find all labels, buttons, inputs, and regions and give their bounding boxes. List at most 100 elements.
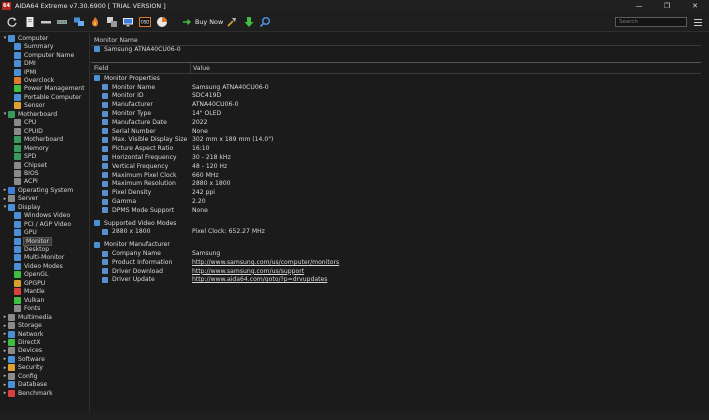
tree-item-gpgpu[interactable]: GPGPU: [14, 279, 45, 288]
tree-item-computer-name[interactable]: Computer Name: [14, 51, 74, 60]
tree-item-gpu[interactable]: GPU: [14, 228, 37, 237]
tree-item-overclock[interactable]: Overclock: [14, 76, 54, 85]
tree-item-pci-agp-video[interactable]: PCI / AGP Video: [14, 220, 71, 229]
table-row[interactable]: Maximum Resolution 2880 x 1800: [102, 180, 692, 189]
tree-item-label: Security: [18, 364, 44, 372]
tree-item-label: Config: [18, 372, 38, 380]
maximize-button[interactable]: ❐: [653, 0, 681, 12]
tree-item-ipmi[interactable]: IPMI: [14, 68, 37, 77]
tree-item-benchmark[interactable]: ▸ Benchmark: [2, 389, 53, 398]
tree-item-opengl[interactable]: OpenGL: [14, 271, 48, 280]
table-row[interactable]: Company Name Samsung: [102, 249, 692, 258]
table-row[interactable]: Maximum Pixel Clock 660 MHz: [102, 171, 692, 180]
tree-item-power-management[interactable]: Power Management: [14, 85, 85, 94]
tree-item-summary[interactable]: Summary: [14, 42, 53, 51]
tree-item-server[interactable]: ▸ Server: [2, 195, 38, 204]
table-row[interactable]: Monitor ID SDC419D: [102, 92, 692, 101]
field-label: Monitor Type: [112, 110, 152, 118]
table-row[interactable]: Monitor Name Samsung ATNA40CU06-0: [102, 83, 692, 92]
column-header-value[interactable]: Value: [193, 64, 210, 73]
table-row[interactable]: Vertical Frequency 48 - 120 Hz: [102, 162, 692, 171]
table-row[interactable]: Picture Aspect Ratio 16:10: [102, 144, 692, 153]
field-label: Pixel Density: [112, 189, 152, 197]
tree-item-display[interactable]: ▾ Display: [2, 203, 40, 212]
benchmark-icon[interactable]: [156, 16, 168, 28]
tree-item-sensor[interactable]: Sensor: [14, 102, 45, 111]
tree-item-multi-monitor[interactable]: Multi-Monitor: [14, 254, 64, 263]
table-row[interactable]: Gamma 2.20: [102, 197, 692, 206]
tree-node-icon: [8, 372, 15, 380]
buy-now-button[interactable]: Buy Now: [183, 17, 223, 27]
tree-item-monitor[interactable]: Monitor: [14, 236, 53, 246]
memory-icon[interactable]: [56, 16, 68, 28]
tree-item-bios[interactable]: BIOS: [14, 169, 39, 178]
tree-item-video-modes[interactable]: Video Modes: [14, 262, 63, 271]
value-link[interactable]: http://www.samsung.com/us/support: [192, 268, 304, 275]
tree-item-devices[interactable]: ▸ Devices: [2, 347, 42, 356]
search-icon[interactable]: [259, 16, 271, 28]
tree-item-windows-video[interactable]: Windows Video: [14, 211, 70, 220]
column-header-field[interactable]: Field: [94, 64, 108, 73]
tree-node-icon: [8, 389, 15, 397]
table-row[interactable]: Manufacture Date 2022: [102, 118, 692, 127]
monitor-icon[interactable]: [122, 16, 134, 28]
table-row[interactable]: Driver Update http://www.aida64.com/goto/…: [102, 276, 692, 285]
table-row[interactable]: Pixel Density 242 ppi: [102, 188, 692, 197]
table-row[interactable]: Serial Number None: [102, 127, 692, 136]
field-value: SDC419D: [192, 92, 222, 100]
hamburger-menu-icon[interactable]: [694, 18, 702, 26]
tree-item-label: Fonts: [24, 305, 41, 313]
search-input[interactable]: [615, 17, 687, 27]
field-label: Picture Aspect Ratio: [112, 145, 174, 153]
tree-item-security[interactable]: ▸ Security: [2, 364, 43, 373]
tree-item-vulkan[interactable]: Vulkan: [14, 296, 44, 305]
tree-item-portable-computer[interactable]: Portable Computer: [14, 93, 81, 102]
value-link[interactable]: http://www.aida64.com/goto/?p=drvupdates: [192, 276, 327, 283]
tree-item-operating-system[interactable]: ▸ Operating System: [2, 186, 73, 195]
download-icon[interactable]: [243, 16, 255, 28]
tree-item-label: DirectX: [18, 338, 41, 346]
usb-icon[interactable]: [40, 16, 52, 28]
tree-item-computer[interactable]: ▾ Computer: [2, 34, 48, 43]
tree-item-storage[interactable]: ▸ Storage: [2, 321, 42, 330]
table-row[interactable]: Monitor Type 14" OLED: [102, 109, 692, 118]
tree-item-motherboard[interactable]: Motherboard: [14, 135, 63, 144]
table-row[interactable]: DPMS Mode Support None: [102, 206, 692, 215]
tree-item-fonts[interactable]: Fonts: [14, 304, 40, 313]
network-icon[interactable]: [73, 16, 85, 28]
table-row[interactable]: 2880 x 1800 Pixel Clock: 652.27 MHz: [102, 228, 692, 237]
monitor-name-entry[interactable]: Samsung ATNA40CU06-0: [94, 45, 181, 54]
tree-item-chipset[interactable]: Chipset: [14, 161, 47, 170]
tree-item-desktop[interactable]: Desktop: [14, 245, 49, 254]
tree-node-icon: [14, 43, 21, 51]
table-row[interactable]: Product Information http://www.samsung.co…: [102, 258, 692, 267]
wrench-icon[interactable]: [226, 16, 238, 28]
tree-item-cpu[interactable]: CPU: [14, 119, 36, 128]
table-row[interactable]: Horizontal Frequency 30 - 218 kHz: [102, 153, 692, 162]
flame-icon[interactable]: [89, 16, 101, 28]
table-row[interactable]: Manufacturer ATNA40CU06-0: [102, 100, 692, 109]
tree-item-motherboard[interactable]: ▾ Motherboard: [2, 110, 57, 119]
tree-item-acpi[interactable]: ACPI: [14, 178, 38, 187]
tree-item-software[interactable]: ▸ Software: [2, 355, 45, 364]
tree-item-multimedia[interactable]: ▸ Multimedia: [2, 313, 52, 322]
tree-item-database[interactable]: ▸ Database: [2, 380, 47, 389]
osd-icon[interactable]: OSD: [139, 16, 151, 28]
tree-item-directx[interactable]: ▸ DirectX: [2, 338, 40, 347]
table-row[interactable]: Max. Visible Display Size 302 mm x 189 mm…: [102, 136, 692, 145]
tree-item-config[interactable]: ▸ Config: [2, 372, 38, 381]
minimize-button[interactable]: —: [625, 0, 653, 12]
tree-item-memory[interactable]: Memory: [14, 144, 49, 153]
value-link[interactable]: http://www.samsung.com/us/computer/monit…: [192, 259, 339, 266]
close-button[interactable]: ✕: [681, 0, 709, 12]
tree-item-cpuid[interactable]: CPUID: [14, 127, 43, 136]
tree-item-label: Database: [18, 381, 48, 389]
tree-item-mantle[interactable]: Mantle: [14, 288, 45, 297]
tree-item-dmi[interactable]: DMI: [14, 59, 36, 68]
tree-item-spd[interactable]: SPD: [14, 152, 36, 161]
table-row[interactable]: Driver Download http://www.samsung.com/us…: [102, 267, 692, 276]
report-icon[interactable]: [24, 16, 36, 28]
tools-icon[interactable]: [106, 16, 118, 28]
refresh-icon[interactable]: [6, 16, 18, 28]
tree-item-network[interactable]: ▸ Network: [2, 330, 43, 339]
